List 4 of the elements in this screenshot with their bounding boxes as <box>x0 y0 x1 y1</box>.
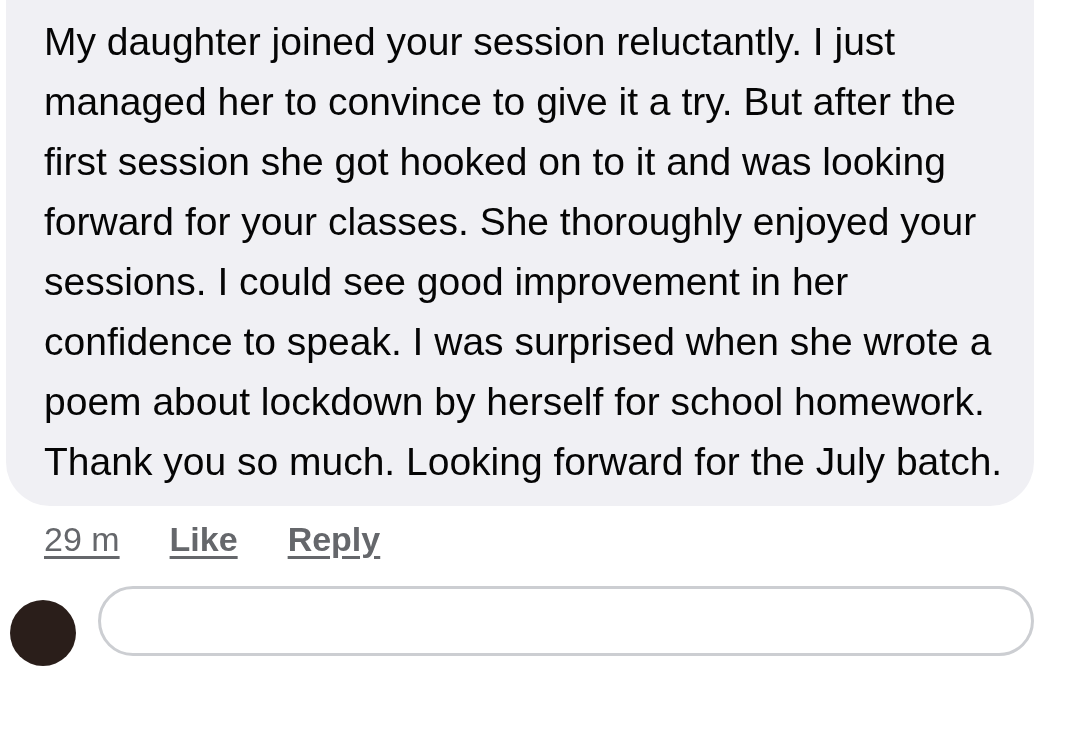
reply-link[interactable]: Reply <box>287 514 381 586</box>
comment-text: My daughter joined your session reluctantly. I just managed her to convince to give it a try. But after the first session she got hooked on to it and was looking forward for your classes. She thoroughly enjoyed your sessions. I could see good improvement in her confidence to speak. I was surprised when she wrote a poem about lockdown by herself for school homework. Thank you so much. Looking forward for the July batch. <box>44 19 1004 485</box>
timestamp-link[interactable]: 29 m <box>44 514 120 586</box>
like-link[interactable]: Like <box>169 514 238 586</box>
